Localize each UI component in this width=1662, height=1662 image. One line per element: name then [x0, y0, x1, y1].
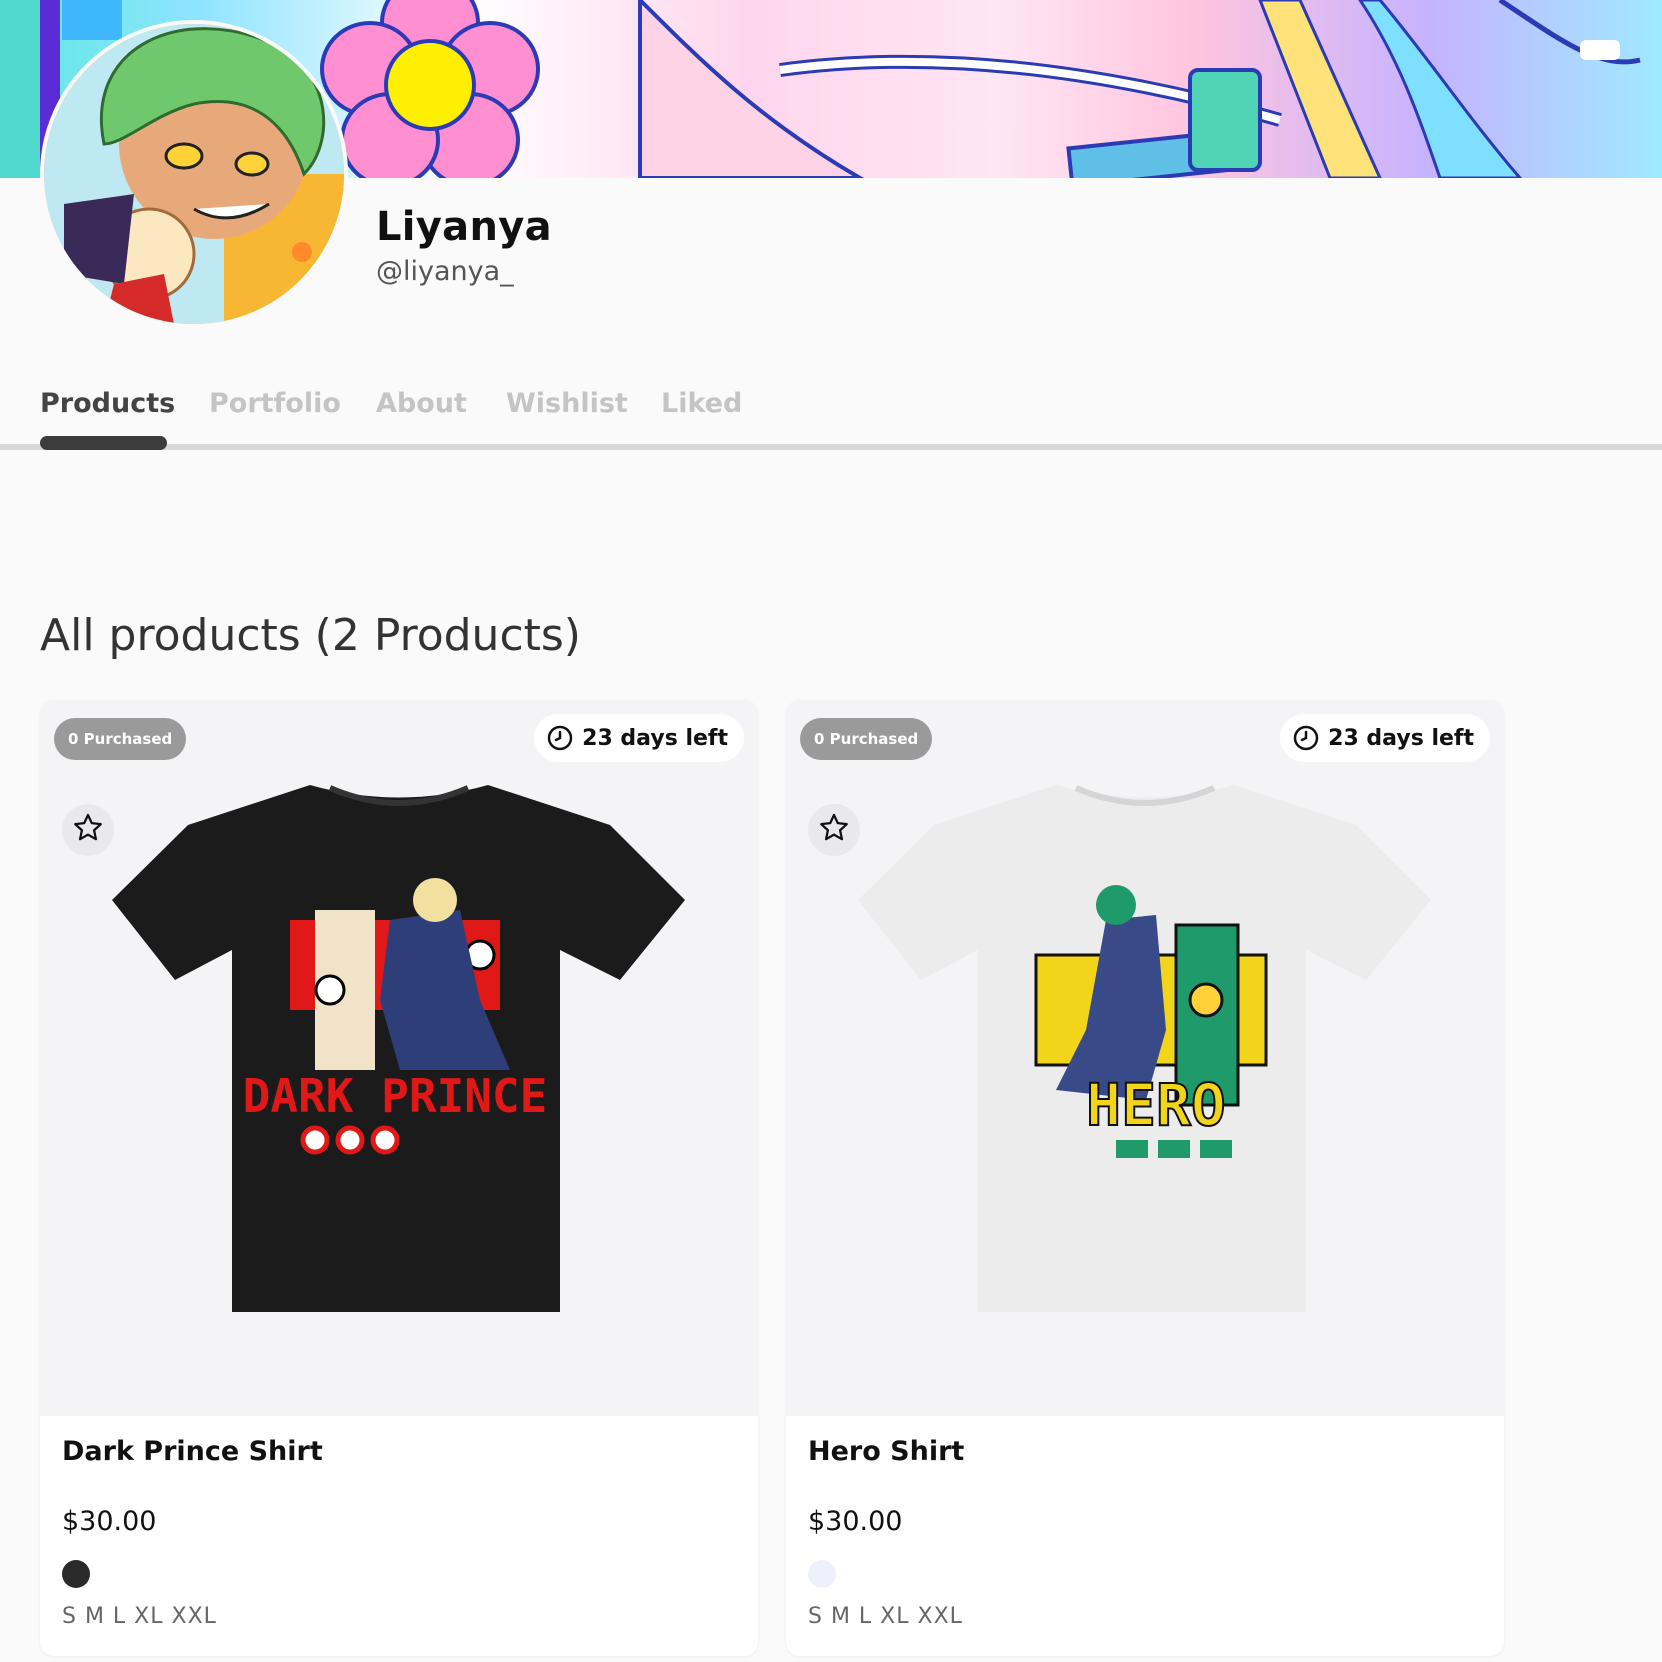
product-card[interactable]: DARK PRINCE 0 Purchased 23 days left Dar… — [40, 700, 758, 1656]
svg-text:DARK PRINCE: DARK PRINCE — [243, 1069, 548, 1123]
display-name: Liyanya — [376, 204, 552, 250]
tab-about[interactable]: About — [376, 388, 467, 419]
product-image[interactable]: DARK PRINCE 0 Purchased 23 days left — [40, 700, 758, 1416]
clock-icon — [1292, 724, 1320, 752]
product-card[interactable]: HERO 0 Purchased 23 days left Hero Shirt… — [786, 700, 1504, 1656]
tshirt-image: HERO — [858, 785, 1431, 1312]
avatar[interactable] — [40, 20, 348, 328]
tab-liked[interactable]: Liked — [661, 388, 742, 419]
section-title: All products (2 Products) — [40, 610, 581, 661]
profile-tabs: Products Portfolio About Wishlist Liked — [0, 380, 1662, 450]
color-swatch-white[interactable] — [808, 1560, 836, 1588]
profile-page: Liyanya @liyanya_ Products Portfolio Abo… — [0, 0, 1662, 1662]
purchased-count-badge: 0 Purchased — [54, 718, 187, 760]
days-left-text: 23 days left — [1328, 725, 1474, 751]
tab-portfolio[interactable]: Portfolio — [209, 388, 341, 419]
days-left-text: 23 days left — [582, 725, 728, 751]
product-price: $30.00 — [62, 1506, 157, 1537]
days-left-badge: 23 days left — [534, 714, 744, 762]
star-outline-icon — [71, 811, 105, 850]
size-options: S M L XL XXL — [62, 1604, 217, 1629]
product-name[interactable]: Dark Prince Shirt — [62, 1436, 323, 1467]
favorite-button[interactable] — [808, 804, 860, 856]
tshirt-image: DARK PRINCE — [112, 785, 685, 1312]
clock-icon — [546, 724, 574, 752]
star-outline-icon — [817, 811, 851, 850]
purchased-count-badge: 0 Purchased — [800, 718, 933, 760]
svg-text:HERO: HERO — [1086, 1071, 1226, 1139]
favorite-button[interactable] — [62, 804, 114, 856]
product-image[interactable]: HERO 0 Purchased 23 days left — [786, 700, 1504, 1416]
tab-wishlist[interactable]: Wishlist — [506, 388, 628, 419]
active-tab-indicator — [40, 436, 167, 450]
color-swatch-black[interactable] — [62, 1560, 90, 1588]
product-info: Dark Prince Shirt $30.00 S M L XL XXL — [40, 1416, 758, 1656]
days-left-badge: 23 days left — [1280, 714, 1490, 762]
username-handle: @liyanya_ — [376, 256, 514, 287]
size-options: S M L XL XXL — [808, 1604, 963, 1629]
product-name[interactable]: Hero Shirt — [808, 1436, 964, 1467]
avatar-artwork — [44, 24, 344, 324]
product-price: $30.00 — [808, 1506, 903, 1537]
tab-products[interactable]: Products — [40, 388, 175, 419]
product-info: Hero Shirt $30.00 S M L XL XXL — [786, 1416, 1504, 1656]
